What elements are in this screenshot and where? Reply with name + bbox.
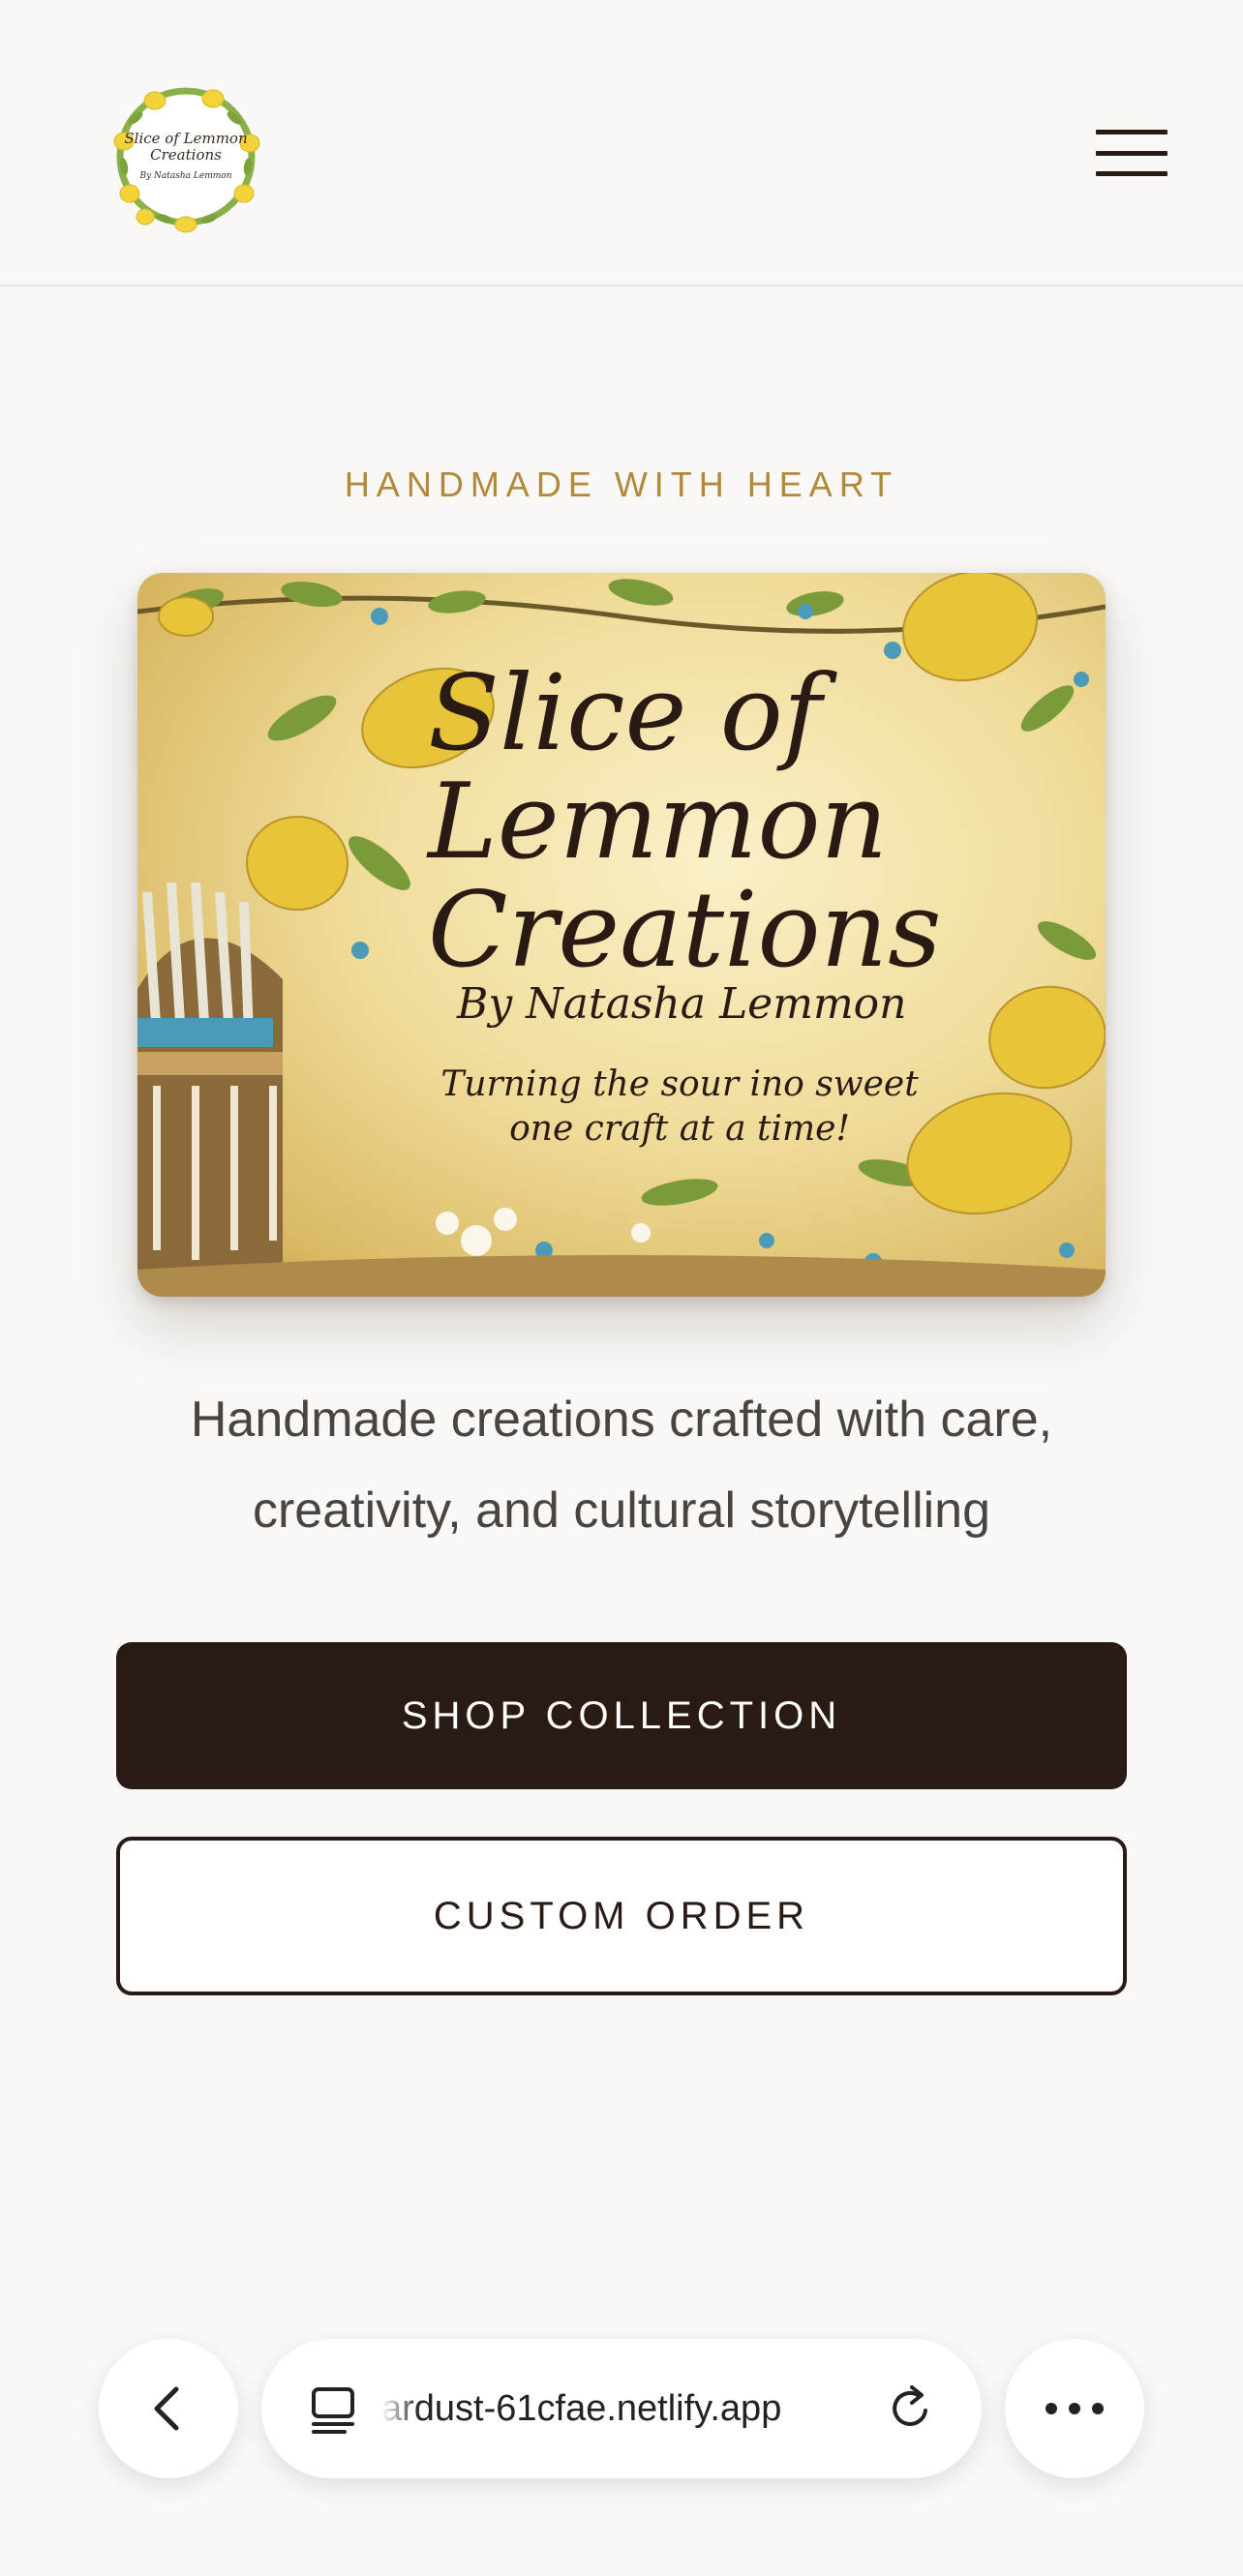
url-fade [381,2368,420,2449]
logo-line-2: Creations [150,146,222,164]
hero-eyebrow: HANDMADE WITH HEART [344,464,899,504]
hero-image-subtitle: By Natasha Lemmon [457,979,907,1029]
logo-text: Slice of Lemmon Creations By Natasha Lem… [106,79,265,234]
site-header: Slice of Lemmon Creations By Natasha Lem… [0,0,1243,286]
menu-line [1096,150,1167,156]
address-bar[interactable]: ardust-61cfae.netlify.app [261,2339,982,2478]
tagline-line-1: Turning the sour ino sweet [440,1064,919,1104]
more-dots-icon [1046,2403,1104,2414]
shop-collection-button[interactable]: SHOP COLLECTION [116,1642,1127,1789]
hamburger-menu-icon[interactable] [1092,124,1171,182]
reload-icon[interactable] [883,2381,937,2436]
hero-description: Handmade creations crafted with care, cr… [190,1392,1053,1539]
tabs-icon[interactable] [306,2381,360,2436]
hero-image: Slice of Lemmon Creations By Natasha Lem… [137,573,1106,1297]
page: Slice of Lemmon Creations By Natasha Lem… [0,0,1243,2576]
more-options-button[interactable] [1005,2339,1144,2478]
tagline-line-2: one craft at a time! [509,1109,850,1149]
custom-order-button[interactable]: CUSTOM ORDER [116,1837,1127,1995]
chevron-left-icon [154,2386,179,2431]
logo-line-1: Slice of Lemmon [124,130,248,147]
site-logo[interactable]: Slice of Lemmon Creations By Natasha Lem… [106,79,265,234]
hero-image-tagline: Turning the sour ino sweet one craft at … [418,1063,941,1152]
menu-line [1096,171,1167,176]
logo-line-3: By Natasha Lemmon [139,171,232,181]
menu-line [1096,130,1167,135]
back-button[interactable] [99,2339,238,2478]
url-text[interactable]: ardust-61cfae.netlify.app [381,2339,846,2478]
hero-image-title: Slice of Lemmon Creations [428,653,942,991]
